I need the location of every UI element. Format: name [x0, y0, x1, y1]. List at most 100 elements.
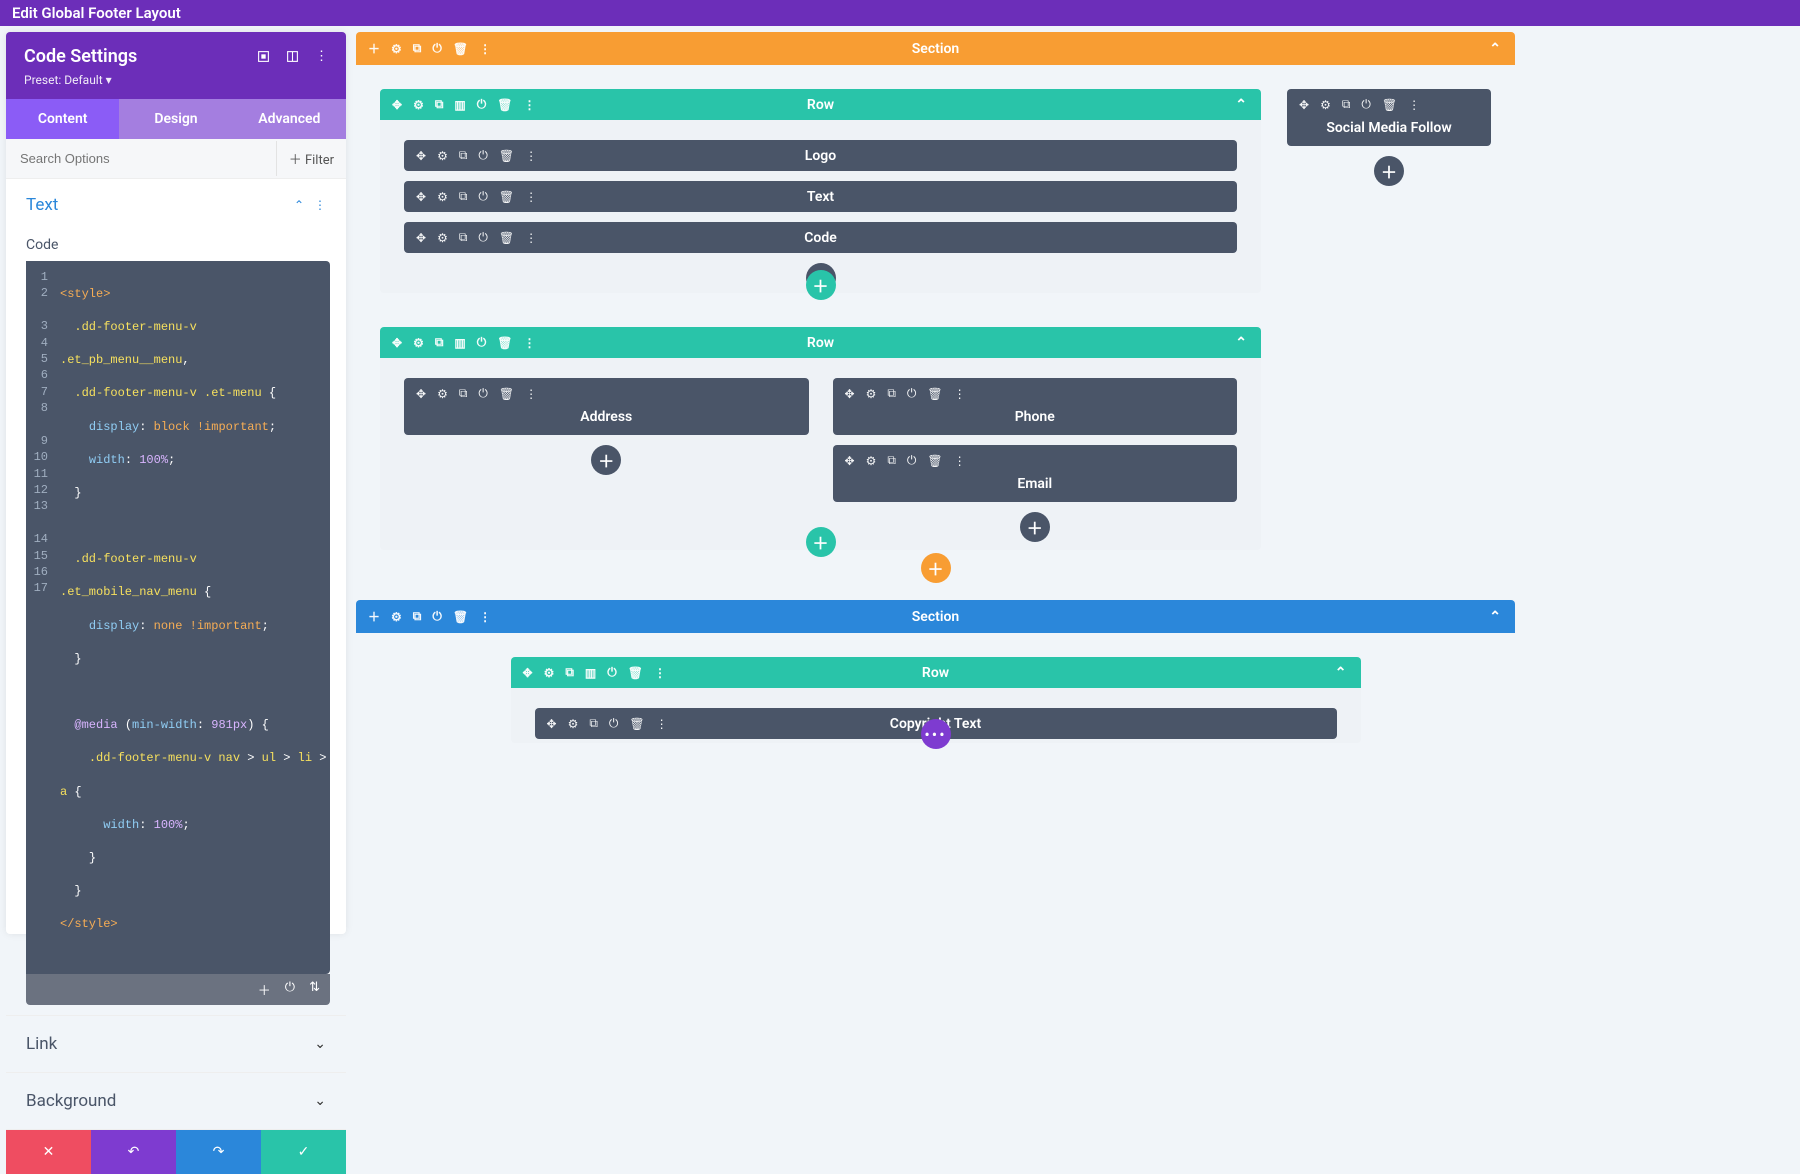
- module-email[interactable]: ✥⚙⧉⏻🗑⋮ Email: [833, 445, 1238, 502]
- background-accordion[interactable]: Background ⌄: [6, 1073, 346, 1130]
- undo-button[interactable]: ↶: [91, 1130, 176, 1174]
- tab-advanced[interactable]: Advanced: [233, 99, 346, 139]
- trash-icon[interactable]: 🗑: [927, 387, 942, 401]
- gear-icon[interactable]: ⚙: [568, 717, 579, 731]
- gear-icon[interactable]: ⚙: [413, 336, 424, 350]
- duplicate-icon[interactable]: ⧉: [459, 189, 468, 204]
- save-button[interactable]: ✓: [261, 1130, 346, 1174]
- module-logo[interactable]: ✥⚙⧉⏻🗑⋮ Logo: [404, 140, 1237, 171]
- more-icon[interactable]: ⋮: [479, 610, 491, 624]
- move-icon[interactable]: ✥: [1299, 98, 1309, 112]
- move-icon[interactable]: ✥: [392, 98, 402, 112]
- module-code[interactable]: ✥⚙⧉⏻🗑⋮ Code: [404, 222, 1237, 253]
- move-icon[interactable]: ✥: [416, 149, 426, 163]
- module-social-media[interactable]: ✥⚙⧉⏻🗑⋮ Social Media Follow: [1287, 89, 1491, 146]
- duplicate-icon[interactable]: ⧉: [589, 716, 598, 731]
- power-icon[interactable]: ⏻: [477, 335, 487, 350]
- sort-icon[interactable]: ⇅: [309, 980, 320, 999]
- gear-icon[interactable]: ⚙: [437, 231, 448, 245]
- add-icon[interactable]: ＋: [258, 980, 271, 999]
- chevron-up-icon[interactable]: ⌃: [294, 198, 304, 212]
- power-icon[interactable]: ⏻: [478, 386, 488, 401]
- gear-icon[interactable]: ⚙: [391, 42, 402, 56]
- row-bar[interactable]: ✥ ⚙ ⧉ ▥ ⏻ 🗑 ⋮ Row ⌃: [380, 89, 1261, 120]
- add-module-button[interactable]: ＋: [1020, 512, 1050, 542]
- more-icon[interactable]: ⋮: [525, 190, 537, 204]
- more-icon[interactable]: ⋮: [654, 666, 666, 680]
- module-text[interactable]: ✥⚙⧉⏻🗑⋮ Text: [404, 181, 1237, 212]
- duplicate-icon[interactable]: ⧉: [459, 386, 468, 401]
- chevron-up-icon[interactable]: ⌃: [1235, 335, 1247, 351]
- text-accordion-header[interactable]: Text ⌃ ⋮: [6, 179, 346, 231]
- move-icon[interactable]: ✥: [845, 454, 855, 468]
- duplicate-icon[interactable]: ⧉: [887, 453, 896, 468]
- power-icon[interactable]: ⏻: [432, 609, 442, 624]
- trash-icon[interactable]: 🗑: [499, 387, 514, 401]
- power-icon[interactable]: ⏻: [607, 665, 617, 680]
- filter-button[interactable]: ＋ Filter: [276, 141, 346, 176]
- move-icon[interactable]: ✥: [416, 231, 426, 245]
- more-icon[interactable]: ⋮: [954, 454, 966, 468]
- more-icon[interactable]: ⋮: [523, 336, 535, 350]
- redo-button[interactable]: ↷: [176, 1130, 261, 1174]
- module-address[interactable]: ✥⚙⧉⏻🗑⋮ Address: [404, 378, 809, 435]
- snap-icon[interactable]: [286, 49, 299, 64]
- section-bar[interactable]: ＋ ⚙ ⧉ ⏻ 🗑 ⋮ Section ⌃: [356, 32, 1515, 65]
- columns-icon[interactable]: ▥: [454, 98, 465, 112]
- duplicate-icon[interactable]: ⧉: [459, 230, 468, 245]
- add-module-button[interactable]: ＋: [1374, 156, 1404, 186]
- add-row-button[interactable]: ＋: [806, 527, 836, 557]
- power-icon[interactable]: ⏻: [609, 716, 619, 731]
- trash-icon[interactable]: 🗑: [499, 231, 514, 245]
- duplicate-icon[interactable]: ⧉: [413, 41, 422, 56]
- trash-icon[interactable]: 🗑: [629, 717, 644, 731]
- more-icon[interactable]: ⋮: [525, 149, 537, 163]
- add-icon[interactable]: ＋: [368, 608, 380, 625]
- more-icon[interactable]: ⋮: [523, 98, 535, 112]
- trash-icon[interactable]: 🗑: [497, 98, 512, 112]
- gear-icon[interactable]: ⚙: [544, 666, 555, 680]
- more-icon[interactable]: ⋮: [656, 717, 668, 731]
- row-bar[interactable]: ✥⚙⧉▥⏻🗑⋮ Row ⌃: [380, 327, 1261, 358]
- power-icon[interactable]: ⏻: [478, 148, 488, 163]
- search-input[interactable]: [6, 139, 276, 178]
- power-icon[interactable]: ⏻: [907, 386, 917, 401]
- add-row-button[interactable]: ＋: [806, 270, 836, 300]
- more-icon[interactable]: ⋮: [525, 231, 537, 245]
- gear-icon[interactable]: ⚙: [413, 98, 424, 112]
- add-icon[interactable]: ＋: [368, 40, 380, 57]
- move-icon[interactable]: ✥: [845, 387, 855, 401]
- power-icon[interactable]: ⏻: [907, 453, 917, 468]
- gear-icon[interactable]: ⚙: [437, 190, 448, 204]
- chevron-up-icon[interactable]: ⌃: [1489, 609, 1501, 625]
- cancel-button[interactable]: ✕: [6, 1130, 91, 1174]
- trash-icon[interactable]: 🗑: [453, 610, 468, 624]
- module-phone[interactable]: ✥⚙⧉⏻🗑⋮ Phone: [833, 378, 1238, 435]
- link-accordion[interactable]: Link ⌄: [6, 1016, 346, 1073]
- duplicate-icon[interactable]: ⧉: [887, 386, 896, 401]
- gear-icon[interactable]: ⚙: [866, 454, 877, 468]
- chevron-up-icon[interactable]: ⌃: [1335, 665, 1347, 681]
- trash-icon[interactable]: 🗑: [927, 454, 942, 468]
- row-bar[interactable]: ✥⚙⧉▥⏻🗑⋮ Row ⌃: [511, 657, 1361, 688]
- move-icon[interactable]: ✥: [392, 336, 402, 350]
- more-icon[interactable]: ⋮: [314, 198, 326, 212]
- more-icon[interactable]: ⋮: [1408, 98, 1420, 112]
- power-icon[interactable]: ⏻: [477, 97, 487, 112]
- tab-design[interactable]: Design: [119, 99, 232, 139]
- gear-icon[interactable]: ⚙: [1320, 98, 1331, 112]
- move-icon[interactable]: ✥: [416, 190, 426, 204]
- duplicate-icon[interactable]: ⧉: [435, 335, 444, 350]
- duplicate-icon[interactable]: ⧉: [435, 97, 444, 112]
- duplicate-icon[interactable]: ⧉: [1342, 97, 1351, 112]
- code-body[interactable]: <style> .dd-footer-menu-v .et_pb_menu__m…: [54, 261, 330, 974]
- duplicate-icon[interactable]: ⧉: [565, 665, 574, 680]
- power-icon[interactable]: ⏻: [478, 230, 488, 245]
- power-icon[interactable]: ⏻: [285, 980, 295, 999]
- move-icon[interactable]: ✥: [523, 666, 533, 680]
- move-icon[interactable]: ✥: [416, 387, 426, 401]
- more-icon[interactable]: ⋮: [479, 42, 491, 56]
- gear-icon[interactable]: ⚙: [391, 610, 402, 624]
- tab-content[interactable]: Content: [6, 99, 119, 139]
- more-icon[interactable]: ⋮: [525, 387, 537, 401]
